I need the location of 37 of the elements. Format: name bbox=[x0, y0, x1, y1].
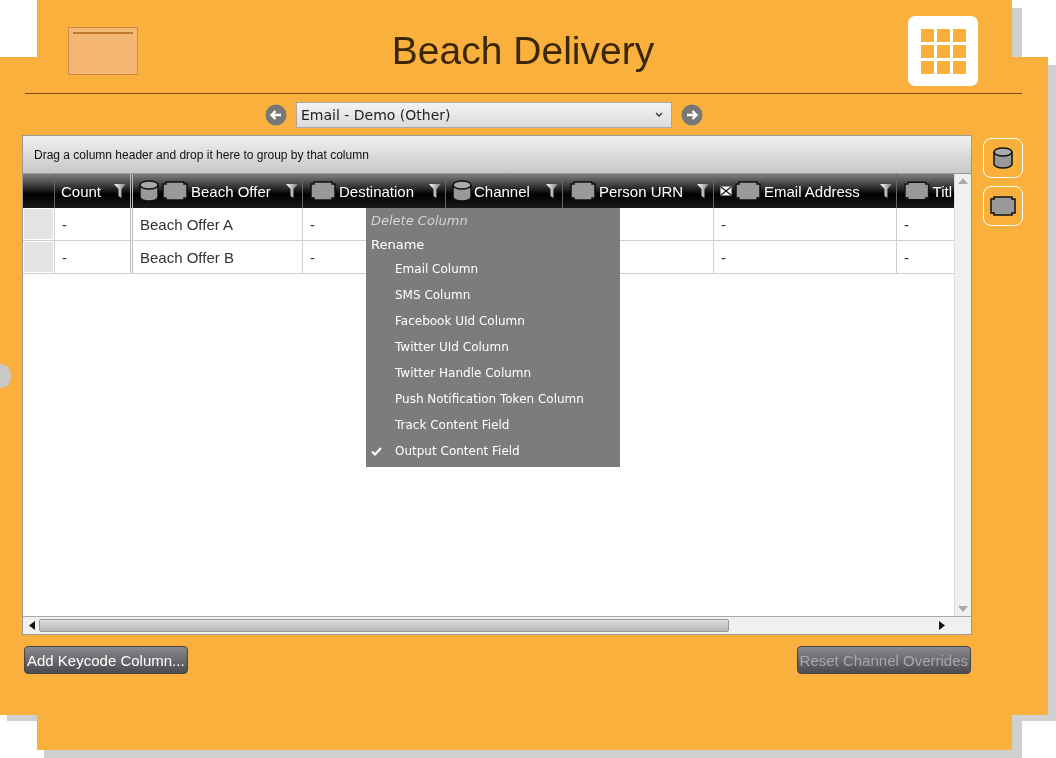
menu-item[interactable]: Twitter UId Column bbox=[366, 334, 620, 360]
menu-item[interactable]: Output Content Field bbox=[366, 438, 620, 464]
filter-icon[interactable] bbox=[114, 183, 126, 199]
column-header[interactable]: Email Address bbox=[713, 174, 896, 208]
menu-item[interactable]: SMS Column bbox=[366, 282, 620, 308]
table-cell: - bbox=[54, 241, 130, 273]
filter-icon[interactable] bbox=[429, 183, 441, 199]
scroll-right-icon[interactable] bbox=[939, 621, 945, 630]
scroll-thumb[interactable] bbox=[39, 619, 729, 632]
table-cell: - bbox=[54, 208, 130, 240]
column-header[interactable]: Count bbox=[54, 174, 130, 208]
database-button[interactable] bbox=[983, 138, 1023, 178]
menu-item[interactable]: Track Content Field bbox=[366, 412, 620, 438]
logo-icon bbox=[68, 27, 138, 75]
channel-dropdown[interactable]: Email - Demo (Other) bbox=[296, 102, 672, 128]
table-cell: - bbox=[713, 208, 896, 240]
table-cell: Beach Offer B bbox=[130, 241, 302, 273]
table-cell: Beach Offer A bbox=[130, 208, 302, 240]
filter-icon[interactable] bbox=[880, 183, 892, 199]
page-title: Beach Delivery bbox=[390, 29, 656, 73]
database-icon bbox=[993, 147, 1013, 169]
scroll-left-icon[interactable] bbox=[29, 621, 35, 630]
chevron-down-icon bbox=[655, 112, 663, 118]
column-header[interactable]: Person URN bbox=[562, 174, 713, 208]
add-column-button[interactable]: Add Keycode Column... bbox=[24, 646, 188, 674]
menu-item[interactable]: Facebook UId Column bbox=[366, 308, 620, 334]
field-button[interactable] bbox=[983, 186, 1023, 226]
menu-item[interactable]: Push Notification Token Column bbox=[366, 386, 620, 412]
horizontal-scrollbar[interactable] bbox=[23, 616, 971, 634]
filter-icon[interactable] bbox=[286, 183, 298, 199]
filter-icon[interactable] bbox=[546, 183, 558, 199]
menu-item[interactable]: Twitter Handle Column bbox=[366, 360, 620, 386]
group-hint: Drag a column header and drop it here to group by that column bbox=[23, 136, 971, 174]
table-cell: - bbox=[713, 241, 896, 273]
field-icon bbox=[989, 196, 1017, 216]
column-header[interactable]: Beach Offer bbox=[130, 174, 302, 208]
filter-icon[interactable] bbox=[697, 183, 709, 199]
